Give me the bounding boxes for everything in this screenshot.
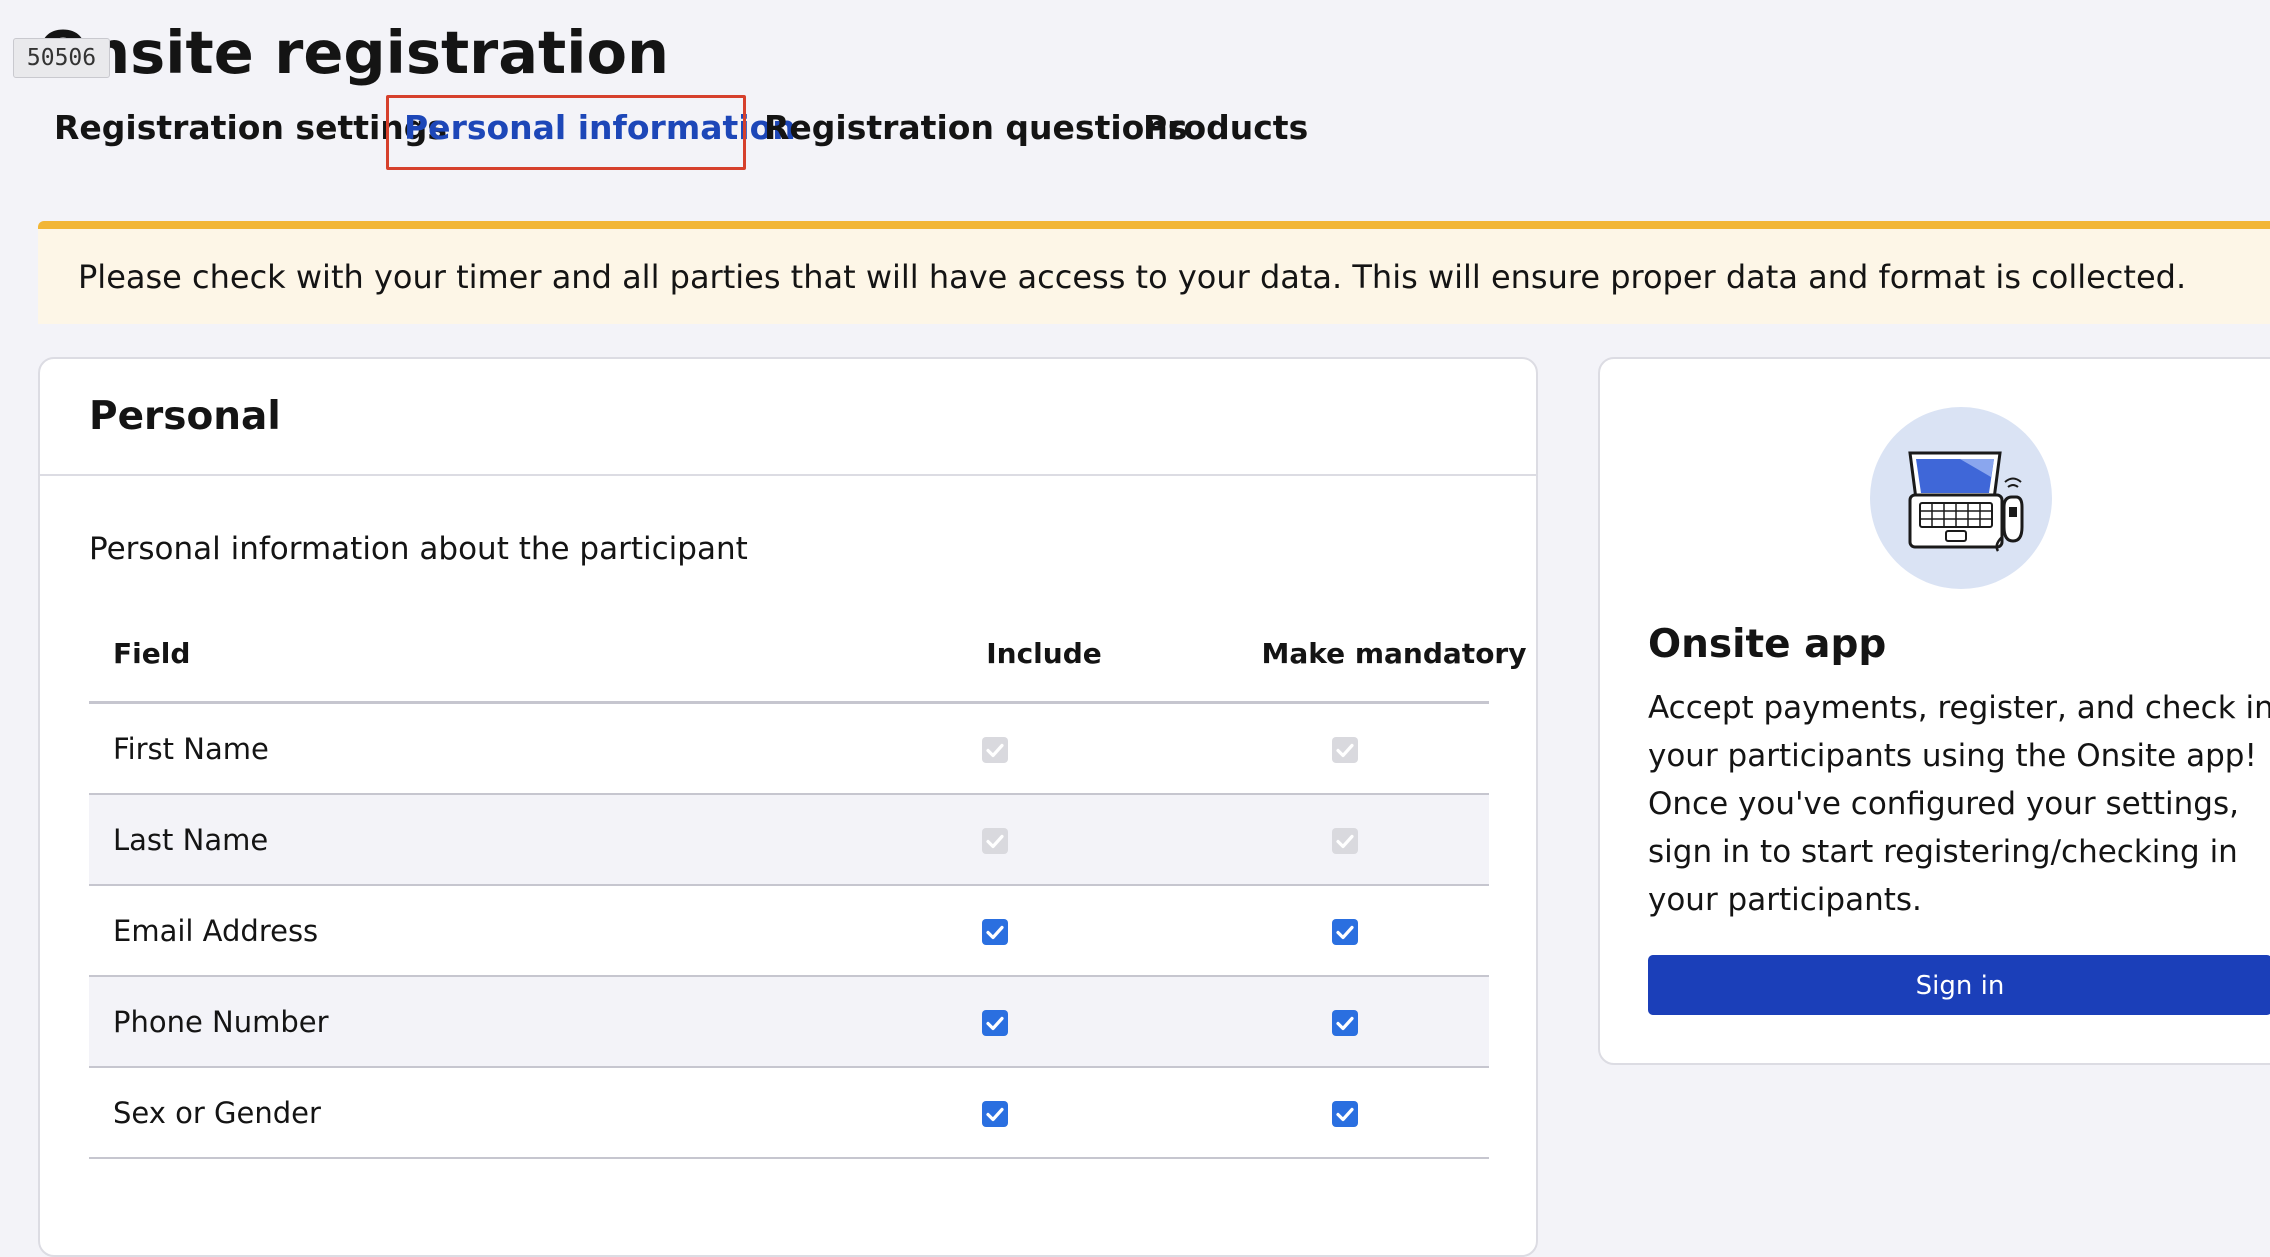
table-row: Email Address (89, 886, 1489, 977)
table-row: First Name (89, 704, 1489, 795)
table-row: Sex or Gender (89, 1068, 1489, 1159)
field-name: Last Name (113, 823, 269, 857)
mandatory-checkbox[interactable] (1332, 1101, 1358, 1127)
tab-products[interactable]: Products (1143, 100, 1308, 156)
app-title: Onsite app (1648, 622, 1887, 667)
table-row: Phone Number (89, 977, 1489, 1068)
personal-fields-table: Field Include Make mandatory First Name L… (89, 609, 1527, 1159)
tab-personal-information[interactable]: Personal information (404, 100, 796, 156)
table-row: Last Name (89, 795, 1489, 886)
table-body: First Name Last Name Email Address Phone Nu… (89, 704, 1489, 1159)
include-checkbox[interactable] (982, 1010, 1008, 1036)
tab-registration-settings[interactable]: Registration settings (54, 100, 447, 156)
mandatory-checkbox[interactable] (1332, 919, 1358, 945)
alert-text: Please check with your timer and all par… (78, 258, 2187, 296)
include-checkbox[interactable] (982, 1101, 1008, 1127)
app-description: Accept payments, register, and check in … (1648, 690, 2270, 918)
laptop-card-reader-icon (1870, 407, 2052, 589)
include-checkbox (982, 828, 1008, 854)
warning-alert: Please check with your timer and all par… (38, 221, 2270, 324)
column-header-include: Include (986, 637, 1102, 670)
mandatory-checkbox[interactable] (1332, 1010, 1358, 1036)
personal-card: Personal Personal information about the … (38, 357, 1538, 1257)
column-header-mandatory: Make mandatory (1261, 637, 1527, 670)
page-title: Onsite registration (38, 18, 670, 87)
table-header: Field Include Make mandatory (89, 609, 1527, 704)
include-checkbox[interactable] (982, 919, 1008, 945)
field-name: First Name (113, 732, 269, 766)
sign-in-button[interactable]: Sign in (1648, 955, 2270, 1015)
id-badge: 50506 (13, 38, 110, 78)
field-name: Sex or Gender (113, 1096, 321, 1130)
tab-registration-questions[interactable]: Registration questions (764, 100, 1187, 156)
card-header: Personal (40, 359, 1536, 476)
field-name: Email Address (113, 914, 319, 948)
mandatory-checkbox (1332, 828, 1358, 854)
column-header-field: Field (113, 637, 191, 670)
mandatory-checkbox (1332, 737, 1358, 763)
card-description: Personal information about the participa… (89, 531, 748, 567)
include-checkbox (982, 737, 1008, 763)
field-name: Phone Number (113, 1005, 329, 1039)
card-title: Personal (89, 394, 281, 439)
onsite-app-card: Onsite app Accept payments, register, an… (1598, 357, 2270, 1065)
